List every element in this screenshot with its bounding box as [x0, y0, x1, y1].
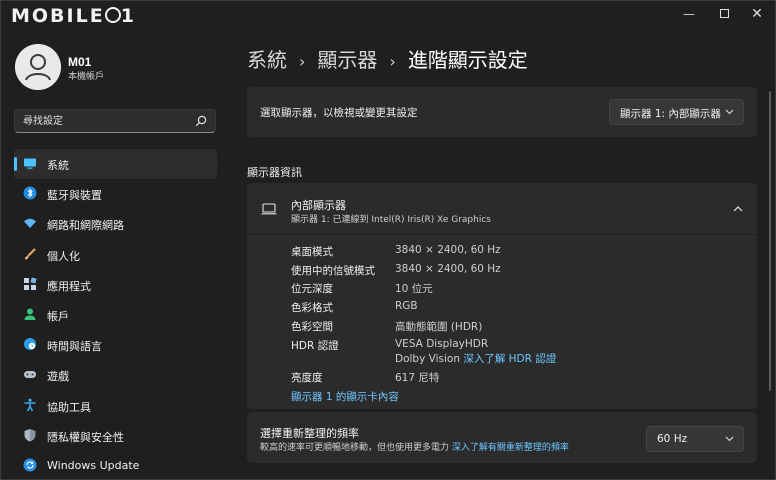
avatar[interactable]	[15, 44, 61, 90]
refresh-rate-description-text: 較高的速率可更順暢地移動，但也使用更多電力	[260, 443, 450, 453]
hdr-certification-link[interactable]: 深入了解 HDR 認證	[463, 353, 556, 365]
refresh-rate-link[interactable]: 深入了解有關重新整理的頻率	[452, 443, 569, 453]
bluetooth-icon	[23, 186, 37, 200]
sidebar-item-personalization[interactable]: 個人化	[14, 240, 217, 270]
row-label: 亮度度	[291, 372, 323, 384]
sidebar-item-time-language[interactable]: 時間與語言	[14, 330, 217, 360]
display-info-header[interactable]: 內部顯示器 顯示器 1: 已連線到 Intel(R) Iris(R) Xe Gr…	[247, 183, 757, 235]
monitor-icon	[24, 158, 36, 169]
sidebar-nav: 系統 藍牙與裝置 網路和網際網路 個人化 應用程式 帳戶 時間與語言 遊戲 協助…	[14, 149, 217, 480]
adapter-properties-link[interactable]: 顯示器 1 的顯示卡內容	[291, 389, 399, 404]
sidebar-item-label: 應用程式	[47, 279, 91, 293]
row-value: 10 位元	[395, 283, 433, 295]
chevron-right-icon: ›	[299, 52, 306, 71]
sidebar-item-label: 時間與語言	[47, 340, 102, 354]
close-button[interactable]: ✕	[745, 5, 769, 23]
chevron-down-icon	[725, 109, 734, 115]
row-value: 高動態範圍 (HDR)	[395, 321, 483, 333]
sidebar-item-apps[interactable]: 應用程式	[14, 270, 217, 300]
settings-window: MOBILE1 — ✕ M01 本機帳戶 系統	[0, 0, 776, 480]
apps-icon	[24, 277, 37, 290]
display-select-card: 選取顯示器，以檢視或變更其設定 顯示器 1: 內部顯示器	[247, 87, 757, 137]
breadcrumb-display[interactable]: 顯示器	[317, 48, 377, 72]
update-icon	[23, 458, 37, 472]
breadcrumb: 系統 › 顯示器 › 進階顯示設定	[247, 44, 528, 73]
sidebar-item-privacy[interactable]: 隱私權與安全性	[14, 421, 217, 451]
sidebar-item-accessibility[interactable]: 協助工具	[14, 391, 217, 421]
sidebar-item-label: 個人化	[47, 249, 80, 263]
refresh-rate-card: 選擇重新整理的頻率 較高的速率可更順暢地移動，但也使用更多電力 深入了解有關重新…	[247, 412, 757, 463]
sidebar-item-label: 遊戲	[47, 370, 69, 384]
sidebar-item-system[interactable]: 系統	[14, 149, 217, 180]
row-label: HDR 認證	[291, 340, 339, 352]
row-value: VESA DisplayHDR	[395, 338, 489, 350]
maximize-icon	[719, 9, 729, 18]
display-select-dropdown[interactable]: 顯示器 1: 內部顯示器	[609, 99, 744, 125]
row-label: 桌面模式	[291, 246, 333, 258]
brush-icon	[25, 247, 36, 260]
section-title: 顯示器資訊	[247, 166, 302, 179]
person-icon	[24, 308, 36, 320]
laptop-icon	[261, 203, 277, 215]
shield-icon	[24, 428, 36, 442]
refresh-rate-title: 選擇重新整理的頻率	[260, 427, 359, 440]
row-label: 位元深度	[291, 283, 333, 295]
refresh-rate-description: 較高的速率可更順暢地移動，但也使用更多電力 深入了解有關重新整理的頻率	[260, 440, 569, 453]
display-select-label: 選取顯示器，以檢視或變更其設定	[260, 107, 418, 119]
sidebar-item-label: 系統	[47, 159, 69, 172]
chevron-right-icon: ›	[389, 52, 396, 71]
row-value: 3840 × 2400, 60 Hz	[395, 263, 501, 275]
wifi-icon	[24, 219, 36, 229]
refresh-rate-value: 60 Hz	[657, 433, 688, 445]
chevron-down-icon	[725, 436, 734, 442]
person-icon	[15, 44, 61, 90]
accessibility-icon	[24, 398, 36, 411]
row-value: Dolby Vision	[395, 353, 460, 365]
search-box[interactable]	[14, 109, 216, 133]
sidebar-item-label: 協助工具	[47, 400, 91, 414]
sidebar-item-label: 網路和網際網路	[47, 219, 124, 233]
globe-clock-icon	[24, 338, 36, 351]
row-value: 617 尼特	[395, 372, 440, 384]
sidebar-item-accounts[interactable]: 帳戶	[14, 300, 217, 330]
sidebar-item-label: 隱私權與安全性	[47, 430, 124, 444]
display-info-card: 內部顯示器 顯示器 1: 已連線到 Intel(R) Iris(R) Xe Gr…	[247, 183, 757, 409]
row-label: 使用中的信號模式	[291, 265, 375, 277]
sidebar-item-label: 帳戶	[47, 309, 69, 323]
sidebar-item-network[interactable]: 網路和網際網路	[14, 209, 217, 239]
display-info-subtitle: 顯示器 1: 已連線到 Intel(R) Iris(R) Xe Graphics	[291, 215, 491, 225]
account-type: 本機帳戶	[68, 72, 105, 82]
sidebar-item-label: 藍牙與裝置	[47, 189, 102, 203]
row-label: 色彩空間	[291, 321, 333, 333]
refresh-rate-dropdown[interactable]: 60 Hz	[646, 426, 744, 452]
scrollbar[interactable]	[769, 91, 771, 391]
sidebar-item-gaming[interactable]: 遊戲	[14, 360, 217, 390]
sidebar-item-bluetooth[interactable]: 藍牙與裝置	[14, 179, 217, 209]
sidebar-item-label: Windows Update	[47, 458, 140, 472]
maximize-button[interactable]	[712, 5, 736, 23]
row-value: 3840 × 2400, 60 Hz	[395, 244, 501, 256]
row-value-line2: Dolby Vision 深入了解 HDR 認證	[395, 351, 556, 366]
sidebar-item-windows-update[interactable]: Windows Update	[14, 451, 217, 480]
user-name: M01	[68, 55, 92, 69]
search-icon[interactable]	[195, 115, 207, 127]
gamepad-icon	[24, 371, 36, 379]
display-select-value: 顯示器 1: 內部顯示器	[620, 108, 721, 120]
minimize-button[interactable]: —	[677, 5, 701, 23]
search-input[interactable]	[23, 113, 193, 129]
breadcrumb-system[interactable]: 系統	[247, 48, 287, 72]
display-info-title: 內部顯示器	[291, 199, 346, 212]
page-title: 進階顯示設定	[407, 48, 528, 72]
mobile01-logo: MOBILE 1	[11, 5, 136, 27]
chevron-up-icon[interactable]	[733, 205, 743, 212]
row-label: 色彩格式	[291, 302, 333, 314]
row-value: RGB	[395, 300, 418, 312]
